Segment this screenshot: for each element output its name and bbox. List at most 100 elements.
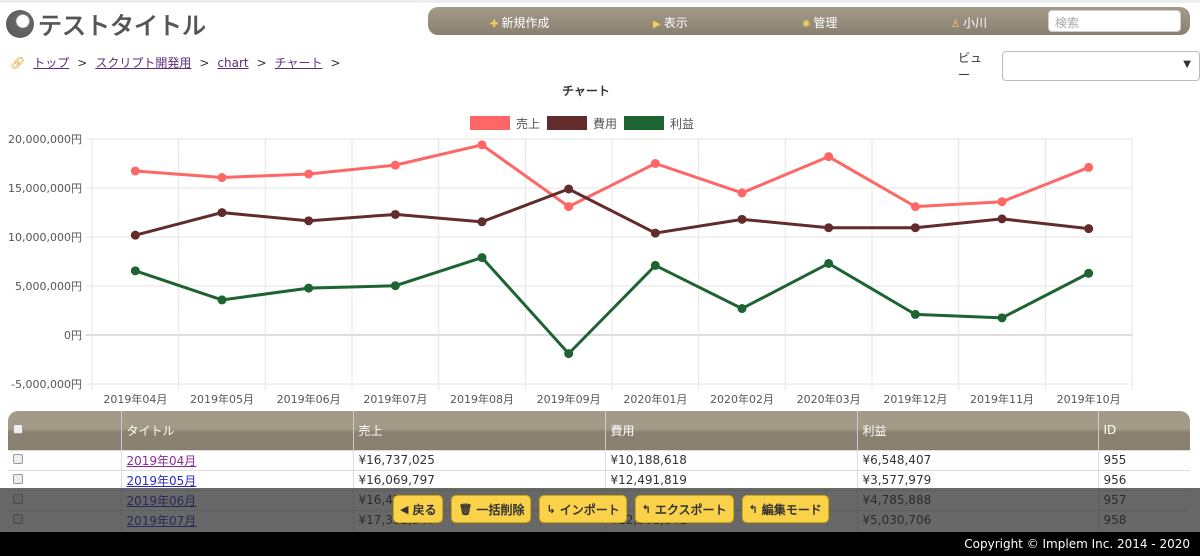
data-point[interactable]	[564, 202, 574, 212]
x-tick-label: 2020年03月	[797, 392, 861, 406]
nav-user[interactable]: ♙ 小川	[951, 14, 987, 31]
data-point[interactable]	[737, 214, 747, 224]
y-tick-label: 0円	[64, 329, 82, 342]
edit-mode-label: 編集モード	[761, 502, 822, 517]
y-tick-label: 15,000,000円	[8, 182, 82, 195]
data-point[interactable]	[1084, 224, 1094, 234]
data-point[interactable]	[910, 223, 920, 233]
main-nav: ✚ 新規作成 ▶ 表示 ✺ 管理 ♙ 小川 検索	[428, 7, 1190, 35]
col-cost[interactable]: 費用	[604, 411, 857, 450]
data-point[interactable]	[824, 223, 834, 233]
export-label: エクスポート	[654, 502, 727, 517]
data-point[interactable]	[130, 266, 140, 276]
x-tick-label: 2019年11月	[970, 392, 1034, 406]
breadcrumb-sep: >	[199, 55, 210, 70]
cell-sales: ¥16,737,025	[352, 449, 605, 470]
export-button[interactable]: ↰ エクスポート	[634, 495, 734, 523]
bulk-delete-button[interactable]: 🗑︎ 一括削除	[451, 495, 532, 523]
data-point[interactable]	[304, 283, 314, 293]
col-profit[interactable]: 利益	[856, 411, 1098, 450]
x-tick-label: 2019年10月	[1057, 392, 1121, 406]
select-all-checkbox[interactable]	[13, 424, 23, 435]
back-label: 戻る	[412, 502, 437, 517]
legend-label: 利益	[670, 117, 694, 131]
col-sales[interactable]: 売上	[352, 411, 605, 450]
row-checkbox-cell[interactable]	[8, 469, 121, 490]
data-point[interactable]	[477, 217, 487, 227]
data-point[interactable]	[650, 260, 660, 270]
row-checkbox[interactable]	[13, 474, 23, 484]
breadcrumb-script[interactable]: スクリプト開発用	[95, 54, 191, 71]
row-title-link[interactable]: 2019年05月	[127, 474, 197, 488]
data-point[interactable]	[217, 173, 227, 183]
data-point[interactable]	[564, 349, 574, 359]
table-header-row: タイトル 売上 費用 利益 ID	[8, 411, 1190, 450]
data-point[interactable]	[130, 166, 140, 176]
trash-icon: 🗑︎	[458, 502, 473, 516]
cell-cost: ¥10,188,618	[604, 449, 857, 470]
x-tick-label: 2020年01月	[623, 392, 687, 406]
nav-admin[interactable]: ✺ 管理	[802, 14, 837, 31]
back-button[interactable]: ◀ 戻る	[393, 495, 444, 523]
data-point[interactable]	[997, 214, 1007, 224]
nav-new-label: 新規作成	[501, 16, 550, 30]
breadcrumb-chart[interactable]: chart	[217, 56, 248, 70]
data-point[interactable]	[304, 169, 314, 179]
triangle-right-icon: ▶	[653, 19, 661, 30]
data-point[interactable]	[390, 160, 400, 170]
breadcrumb-top[interactable]: トップ	[33, 54, 69, 71]
gear-icon: ✺	[802, 19, 811, 30]
data-point[interactable]	[1084, 268, 1094, 278]
data-point[interactable]	[650, 228, 660, 238]
legend-swatch	[470, 116, 510, 130]
view-select[interactable]: ▼	[1001, 51, 1200, 81]
data-point[interactable]	[824, 152, 834, 162]
breadcrumb-sep: >	[256, 55, 267, 70]
bulk-delete-label: 一括削除	[476, 502, 525, 517]
col-title[interactable]: タイトル	[120, 411, 353, 450]
data-point[interactable]	[737, 188, 747, 198]
data-point[interactable]	[477, 253, 487, 263]
legend-swatch	[547, 116, 587, 130]
data-point[interactable]	[997, 197, 1007, 207]
table-row[interactable]: 2019年05月 ¥16,069,797 ¥12,491,819 ¥3,577,979…	[8, 469, 1190, 490]
import-button[interactable]: ↳ インポート	[539, 495, 627, 523]
data-point[interactable]	[390, 281, 400, 291]
cell-id: 955	[1097, 449, 1190, 470]
col-id[interactable]: ID	[1097, 411, 1190, 450]
data-point[interactable]	[130, 230, 140, 240]
breadcrumb-chart-jp[interactable]: チャート	[275, 54, 323, 71]
legend-label: 売上	[516, 116, 540, 131]
edit-mode-button[interactable]: ↰ 編集モード	[741, 495, 829, 523]
row-checkbox-cell[interactable]	[8, 449, 121, 470]
breadcrumb-sep: >	[77, 55, 88, 70]
data-point[interactable]	[910, 202, 920, 212]
nav-new[interactable]: ✚ 新規作成	[490, 14, 549, 31]
data-point[interactable]	[217, 295, 227, 305]
data-point[interactable]	[304, 216, 314, 226]
data-point[interactable]	[997, 313, 1007, 323]
row-title-link[interactable]: 2019年04月	[127, 454, 197, 468]
data-point[interactable]	[390, 209, 400, 219]
y-tick-label: 5,000,000円	[15, 280, 82, 293]
data-point[interactable]	[477, 140, 487, 150]
x-tick-label: 2019年07月	[363, 392, 427, 406]
y-tick-label: 20,000,000円	[8, 133, 82, 146]
data-point[interactable]	[737, 304, 747, 314]
legend-label: 費用	[593, 116, 617, 131]
data-point[interactable]	[824, 258, 834, 268]
data-point[interactable]	[1084, 162, 1094, 172]
data-point[interactable]	[650, 159, 660, 168]
nav-view[interactable]: ▶ 表示	[653, 14, 688, 31]
table-row[interactable]: 2019年04月 ¥16,737,025 ¥10,188,618 ¥6,548,407…	[8, 449, 1190, 470]
breadcrumb: 🔗︎ トップ > スクリプト開発用 > chart > チャート >	[10, 54, 341, 71]
search-input[interactable]: 検索	[1048, 10, 1181, 32]
logo[interactable]: テストタイトル	[6, 6, 206, 41]
breadcrumb-sep: >	[330, 55, 341, 70]
data-point[interactable]	[217, 208, 227, 218]
select-all-checkbox-cell[interactable]	[8, 411, 121, 450]
row-checkbox[interactable]	[13, 454, 23, 464]
data-point[interactable]	[910, 309, 920, 319]
data-point[interactable]	[564, 184, 574, 194]
y-tick-label: 10,000,000円	[8, 231, 82, 244]
